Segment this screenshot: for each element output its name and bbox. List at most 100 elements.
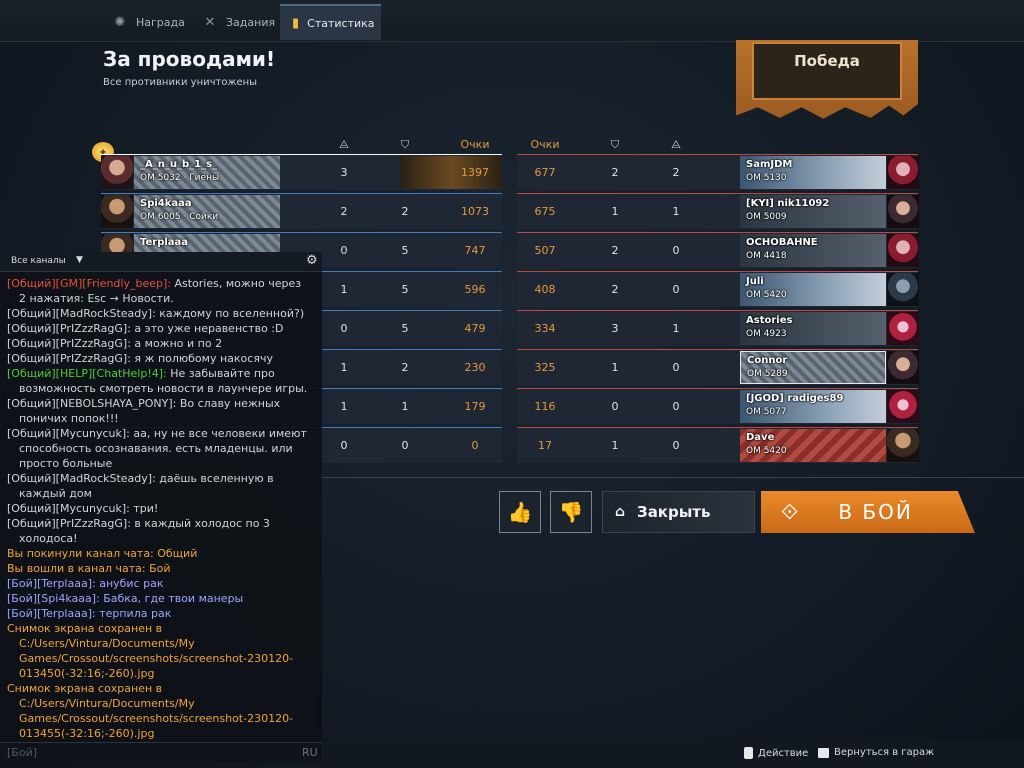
chat-message-sender[interactable]: [Бой][Spi4kaaa]: [7, 592, 100, 605]
score-value: 116 [534, 400, 556, 413]
close-button-label: Закрыть [637, 503, 711, 521]
player-plate: Spi4kaaa ОМ 6005 · Сойки [134, 195, 280, 228]
chat-message-sender[interactable]: [Общий][PrIZzzRagG]: [7, 352, 131, 365]
kills-value: 2 [672, 166, 680, 179]
kills-icon-right: ⨺ [671, 138, 681, 151]
score-value: 747 [464, 244, 486, 257]
score-value: 675 [534, 205, 556, 218]
chat-message-sender[interactable]: [Бой][Terplaaa]: [7, 577, 96, 590]
gear-icon[interactable]: ⚙ [306, 253, 318, 268]
kills-value: 0 [672, 244, 680, 257]
score-value: 0 [471, 439, 479, 452]
table-row[interactable]: Spi4kaaa ОМ 6005 · Сойки 2 2 1073 [101, 193, 502, 229]
chat-input-channel: [Бой] [7, 746, 38, 759]
score-value: 325 [534, 361, 556, 374]
assists-value: 2 [401, 361, 409, 374]
chat-message: [Общий][HELP][ChatHelp!4]: Не забывайте … [7, 366, 308, 396]
chat-message-text: Бабка, где твои манеры [99, 592, 244, 605]
player-name: Connor [747, 355, 788, 366]
table-row[interactable]: 677 2 2 SamJDM ОМ 5130 [517, 154, 919, 190]
kills-icon-left: ⨺ [339, 138, 349, 151]
kills-value: 0 [340, 322, 348, 335]
back-to-garage-label: Вернуться в гараж [834, 747, 935, 758]
table-row[interactable]: 507 2 0 OCHOBAHNE ОМ 4418 [517, 232, 919, 268]
avatar [887, 390, 919, 423]
chat-message-sender[interactable]: [Общий][MadRockSteady]: [7, 472, 156, 485]
result-banner-plate [752, 42, 902, 100]
kills-value: 0 [672, 283, 680, 296]
table-row[interactable]: 408 2 0 Juli ОМ 5420 [517, 271, 919, 307]
avatar [887, 351, 919, 384]
tab-tasks-label: Задания [226, 15, 276, 29]
chat-channel-select[interactable]: Все каналы [11, 256, 66, 266]
battle-icon: ⟐ [781, 499, 801, 525]
player-power-score: ОМ 5420 [746, 290, 787, 300]
assists-value: 1 [611, 439, 619, 452]
tab-tasks[interactable]: ✕ Задания [190, 4, 287, 40]
assists-value: 2 [611, 244, 619, 257]
table-row[interactable]: 325 1 0 Connor ОМ 5289 [517, 349, 919, 385]
chat-message-sender[interactable]: [Бой][Terplaaa]: [7, 607, 96, 620]
player-plate: [KYI] nik11092 ОМ 5009 [740, 195, 886, 228]
chat-message-sender[interactable]: [Общий][MadRockSteady]: [7, 307, 156, 320]
chat-message-sender[interactable]: [Общий][NEBOLSHAYA_PONY]: [7, 397, 176, 410]
chat-message: Снимок экрана сохранен в C:/Users/Vintur… [7, 622, 294, 680]
chat-message-sender[interactable]: [Общий][HELP][ChatHelp!4]: [7, 367, 167, 380]
assists-value: 1 [611, 361, 619, 374]
chat-message-sender[interactable]: [Общий][PrIZzzRagG]: [7, 517, 131, 530]
table-row[interactable]: 675 1 1 [KYI] nik11092 ОМ 5009 [517, 193, 919, 229]
assists-value: 5 [401, 244, 409, 257]
player-power-score: ОМ 5009 [746, 212, 787, 222]
player-power-score: ОМ 4418 [746, 251, 787, 261]
like-button[interactable]: 👍 [499, 491, 541, 533]
dislike-button[interactable]: 👎 [550, 491, 592, 533]
tab-statistics[interactable]: ▮ Статистика [280, 4, 381, 40]
player-power-score: ОМ 5420 [746, 446, 787, 456]
avatar [887, 195, 919, 228]
player-plate: Dave ОМ 5420 [740, 429, 886, 462]
chevron-down-icon[interactable]: ▼ [76, 255, 83, 265]
player-name: OCHOBAHNE [746, 237, 818, 248]
player-name: Astories [746, 315, 793, 326]
fight-button[interactable]: ⟐ В БОЙ [761, 491, 975, 533]
table-row[interactable]: 334 3 1 Astories ОМ 4923 [517, 310, 919, 346]
chat-message: [Общий][PrIZzzRagG]: в каждый холодос по… [7, 516, 308, 546]
kills-value: 0 [340, 244, 348, 257]
chat-message-sender[interactable]: [Общий][Mycunycuk]: [7, 427, 130, 440]
back-to-garage-hint[interactable]: Вернуться в гараж [818, 747, 934, 758]
avatar [101, 156, 133, 189]
score-value: 479 [464, 322, 486, 335]
avatar [887, 234, 919, 267]
chat-message-sender[interactable]: [Общий][PrIZzzRagG]: [7, 337, 131, 350]
chat-input[interactable]: [Бой] RU [0, 742, 322, 762]
chat-message: [Общий][PrIZzzRagG]: а это уже неравенст… [7, 321, 308, 336]
chat-message-sender[interactable]: [Общий][GM][Friendly_beep]: [7, 277, 171, 290]
score-value: 1073 [461, 205, 489, 218]
player-power-score: ОМ 5032 · Гиены [140, 173, 220, 183]
tab-reward-label: Награда [136, 15, 185, 29]
kills-value: 1 [340, 361, 348, 374]
kills-value: 2 [340, 205, 348, 218]
chat-message-sender[interactable]: [Общий][Mycunycuk]: [7, 502, 130, 515]
player-plate: Juli ОМ 5420 [740, 273, 886, 306]
chat-message-text: три! [129, 502, 159, 515]
player-power-score: ОМ 4923 [746, 329, 787, 339]
avatar [887, 156, 919, 189]
chat-message: [Общий][PrIZzzRagG]: я ж полюбому накося… [7, 351, 308, 366]
table-row[interactable]: _A_n_u_b_1_s_ ОМ 5032 · Гиены 3 4 1397 [101, 154, 502, 190]
chat-message-text: каждому по вселенной?) [155, 307, 305, 320]
kills-value: 0 [672, 361, 680, 374]
table-row[interactable]: 17 1 0 Dave ОМ 5420 [517, 427, 919, 463]
kills-value: 0 [672, 400, 680, 413]
close-button[interactable]: ⌂ Закрыть [602, 491, 755, 533]
chat-message: [Общий][MadRockSteady]: каждому по вселе… [7, 306, 308, 321]
tab-reward[interactable]: ✺ Награда [100, 4, 197, 40]
chat-message: Вы вошли в канал чата: Бой [7, 562, 171, 575]
table-row[interactable]: 116 0 0 [JGOD] radiges89 ОМ 5077 [517, 388, 919, 424]
garage-icon: ⌂ [615, 504, 626, 520]
page-subtitle: Все противники уничтожены [103, 77, 258, 88]
page-title: За проводами! [103, 47, 276, 71]
kills-value: 1 [340, 400, 348, 413]
chat-scrollbar[interactable] [317, 697, 321, 729]
chat-message-sender[interactable]: [Общий][PrIZzzRagG]: [7, 322, 131, 335]
